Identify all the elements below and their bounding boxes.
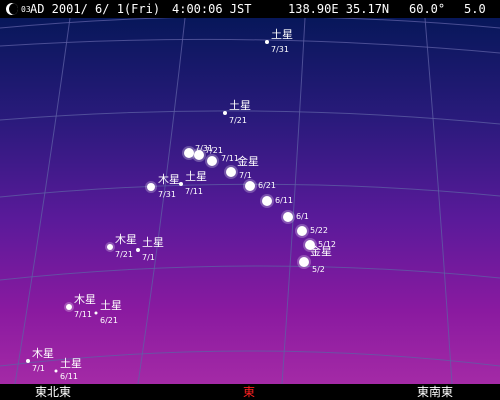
track-point-jupiter-7-21: 木星 7/21: [105, 233, 137, 259]
star-point[interactable]: [226, 167, 236, 177]
direction-left: 東北東: [35, 385, 72, 399]
coordinate-grid: [0, 18, 500, 384]
body-label: 土星: [229, 99, 251, 112]
body-label: 木星: [74, 293, 96, 306]
location-display: 138.90E 35.17N: [288, 2, 390, 16]
azimuth-grid-line: [137, 18, 186, 384]
star-point[interactable]: [299, 257, 309, 267]
star-point[interactable]: [283, 212, 293, 222]
altitude-grid-line: [0, 265, 500, 281]
date-label: 6/1: [296, 212, 309, 221]
body-label: 金星: [310, 244, 332, 258]
star-point[interactable]: [54, 369, 58, 373]
body-label: 土星: [271, 28, 293, 41]
track-point-saturn-6-21: 土星 6/21: [94, 299, 122, 325]
star-point[interactable]: [179, 182, 183, 186]
track-point-saturn-7-11: 土星 7/11: [179, 170, 207, 196]
star-point[interactable]: [265, 40, 269, 44]
date-label: 6/21: [100, 316, 118, 325]
date-label: 7/31: [158, 190, 176, 199]
magnitude-limit-display: 5.0: [464, 2, 486, 16]
star-point[interactable]: [66, 304, 72, 310]
direction-bar: 東北東 東 東南東: [0, 384, 500, 400]
star-point[interactable]: [107, 244, 113, 250]
track-point-venus-5-2: 金星 5/2: [297, 244, 332, 274]
star-point[interactable]: [26, 359, 30, 363]
track-point-venus-6-1: 6/1: [281, 210, 309, 224]
track-point-venus-6-11: 6/11: [260, 194, 293, 208]
date-label: 7/11: [74, 310, 92, 319]
moon-phase-icon: [6, 3, 18, 15]
body-label: 木星: [32, 347, 54, 360]
date-label: 6/11: [60, 372, 78, 381]
azimuth-grid-line: [424, 18, 453, 384]
star-point[interactable]: [262, 196, 272, 206]
date-label: 7/1: [239, 171, 252, 180]
direction-center: 東: [243, 385, 256, 399]
body-label: 木星: [115, 233, 137, 246]
sky-view[interactable]: 土星 7/31 土星 7/21 7/31 7/21 7/11 金星 7/1 6/21 6/11 6/1…: [0, 18, 500, 384]
star-chart: 土星7/31土星7/217/317/217/11金星7/16/216/116/1…: [0, 18, 500, 384]
star-point[interactable]: [136, 248, 140, 252]
date-label: 7/11: [185, 187, 203, 196]
date-label: 6/11: [275, 196, 293, 205]
star-point[interactable]: [245, 181, 255, 191]
track-point-venus-6-21: 6/21: [243, 179, 276, 193]
body-label: 土星: [100, 299, 122, 312]
direction-right: 東南東: [417, 385, 454, 399]
status-bar: 03 AD 2001/ 6/ 1(Fri) 4:00:06 JST 138.90…: [0, 0, 500, 18]
date-label: 7/21: [115, 250, 133, 259]
date-label: 7/21: [229, 116, 247, 125]
track-point-saturn-6-11: 土星 6/11: [54, 357, 82, 381]
star-point[interactable]: [223, 111, 227, 115]
sky-simulator-window: 03 AD 2001/ 6/ 1(Fri) 4:00:06 JST 138.90…: [0, 0, 500, 400]
date-label: 5/22: [310, 226, 328, 235]
track-point-venus-5-22: 5/22: [295, 224, 328, 238]
track-point-saturn-7-1: 土星 7/1: [136, 236, 164, 262]
track-points-layer: 土星7/31土星7/217/317/217/11金星7/16/216/116/1…: [26, 28, 336, 381]
date-label: 7/1: [142, 253, 155, 262]
star-point[interactable]: [147, 183, 155, 191]
star-point[interactable]: [194, 150, 204, 160]
date-label: 7/1: [32, 364, 45, 373]
star-point[interactable]: [297, 226, 307, 236]
track-point-saturn-7-21: 土星 7/21: [223, 99, 251, 125]
date-display: AD 2001/ 6/ 1(Fri): [30, 2, 161, 16]
body-label: 土星: [142, 236, 164, 249]
altitude-grid-line: [0, 110, 500, 125]
star-point[interactable]: [207, 156, 217, 166]
date-label: 7/31: [271, 45, 289, 54]
field-of-view-display: 60.0°: [409, 2, 446, 16]
track-point-jupiter-7-11: 木星 7/11: [64, 293, 96, 319]
body-label: 木星: [158, 173, 180, 186]
star-point[interactable]: [94, 311, 98, 315]
date-label: 6/21: [258, 181, 276, 190]
date-label: 5/2: [312, 265, 325, 274]
time-display: 4:00:06 JST: [172, 2, 252, 16]
track-point-jupiter-7-1: 木星 7/1: [26, 347, 54, 373]
body-label: 土星: [60, 357, 82, 370]
azimuth-grid-line: [14, 18, 71, 384]
body-label: 土星: [185, 170, 207, 183]
body-label: 金星: [237, 154, 259, 168]
altitude-grid-line: [0, 38, 500, 54]
